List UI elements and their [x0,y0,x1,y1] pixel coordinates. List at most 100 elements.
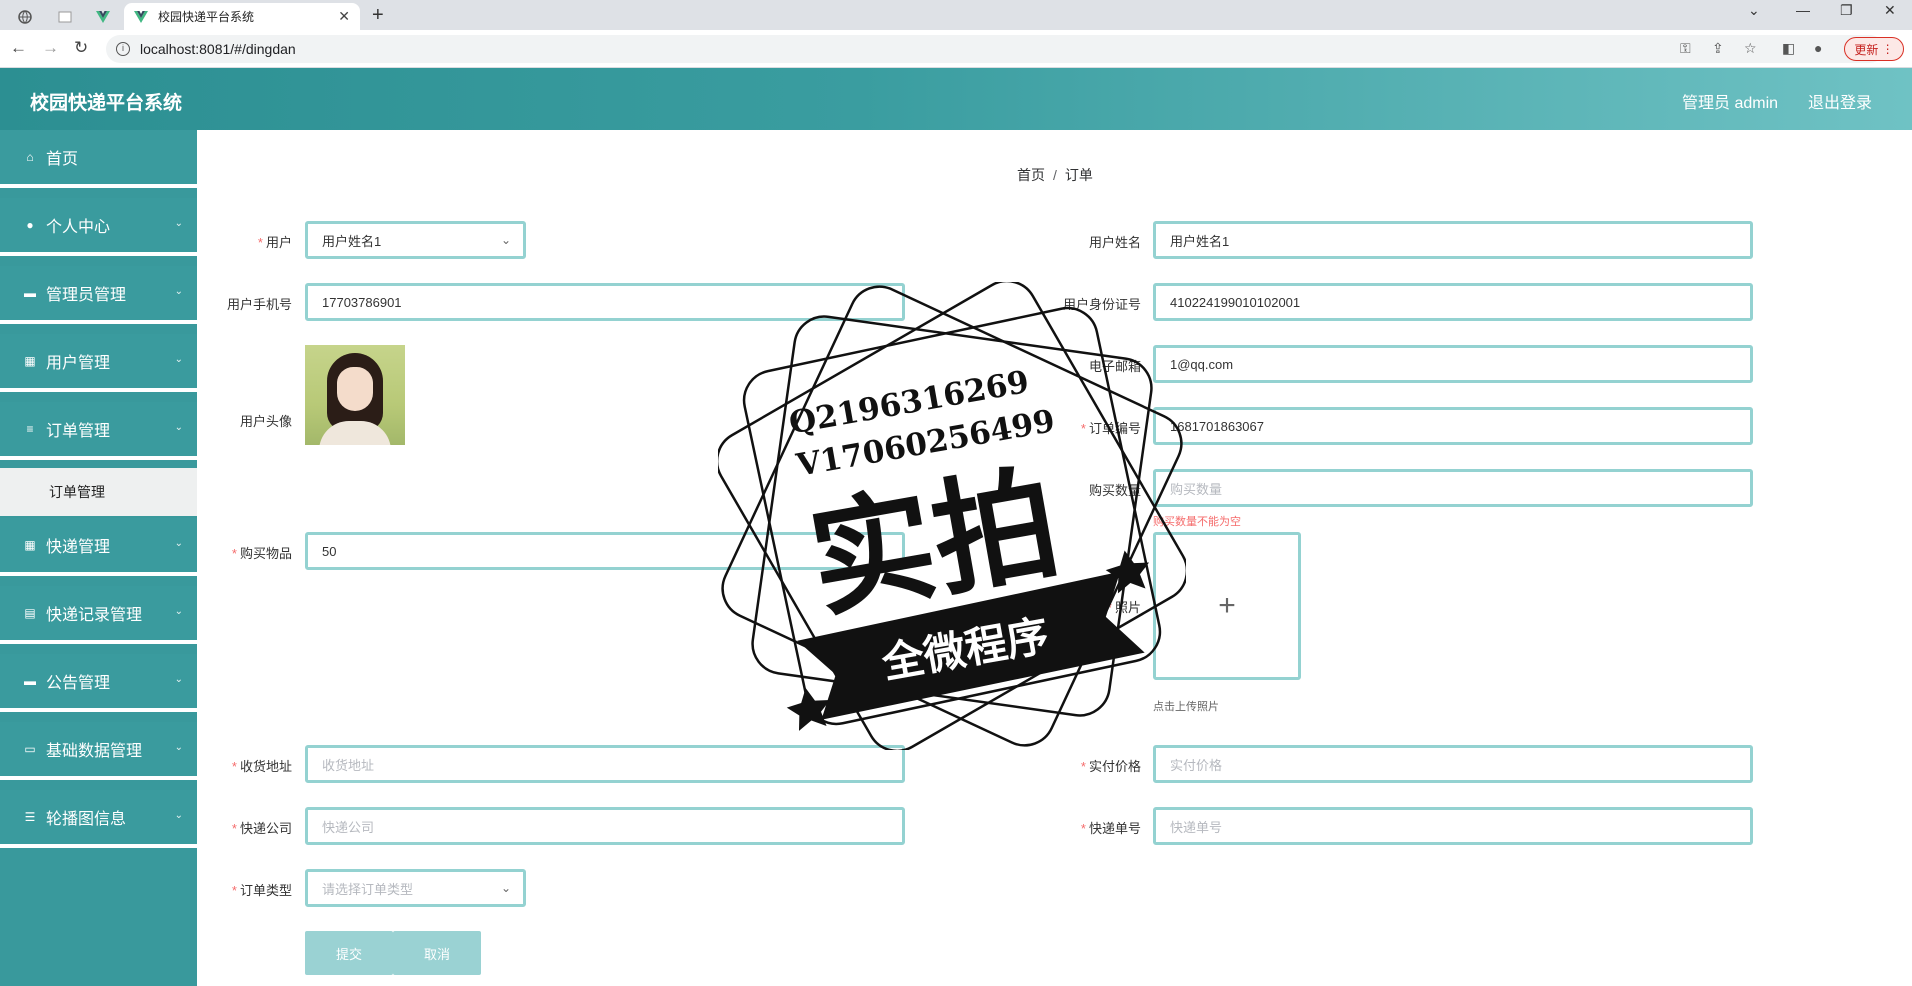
order-type-label: * 订单类型 [231,883,292,898]
avatar-label: 用户头像 [239,414,292,429]
tab-globe[interactable] [12,3,38,30]
vue-logo-icon [134,10,148,23]
chat-icon: ▬ [24,286,36,300]
browser-address-bar: ← → ↻ i localhost:8081/#/dingdan ⚿ ⇪ ☆ ◧… [0,30,1912,68]
clipboard-icon: ▤ [24,606,36,620]
item-label: * 购买物品 [231,546,292,561]
close-window-icon[interactable]: ✕ [1884,2,1896,19]
admin-label: 管理员 admin [1682,95,1779,112]
page-icon [58,11,72,22]
url-text[interactable]: localhost:8081/#/dingdan [140,41,296,57]
courier-label: * 快递公司 [231,821,292,836]
minimize-icon[interactable]: — [1796,2,1810,18]
sidebar-item-label: 个人中心 [46,219,111,236]
price-field[interactable]: 实付价格 [1153,745,1753,783]
sidebar-item-label: 快递记录管理 [46,607,143,624]
order-type-placeholder: 请选择订单类型 [322,881,414,897]
sidebar: ⌂ 首页 ● 个人中心 ⌄ ▬ 管理员管理 ⌄ ▦ 用户管理 ⌄ ≡ 订单管理 ⌄ 订单管理 ▦ 快… [0,130,197,986]
restore-icon[interactable]: ❐ [1840,2,1853,19]
chevron-down-icon: ⌄ [174,742,183,753]
sidebar-item-label: 基础数据管理 [46,743,143,760]
chevron-up-icon: ⌄ [174,422,183,433]
address-field[interactable]: 收货地址 [305,745,905,783]
tab-vue[interactable] [90,3,116,30]
chevron-down-icon: ⌄ [174,674,183,685]
star-icon[interactable]: ☆ [1744,40,1757,57]
email-field[interactable]: 1@qq.com [1153,345,1753,383]
forward-icon[interactable]: → [42,38,59,58]
new-tab-icon[interactable]: + [372,3,384,27]
grid-icon: ▦ [24,354,36,368]
sidebar-item-label: 用户管理 [46,355,111,372]
sidebar-item-label: 公告管理 [46,675,111,692]
sidebar-item-personal[interactable]: ● 个人中心 ⌄ [0,198,197,256]
back-icon[interactable]: ← [10,38,27,58]
sidebar-item-express[interactable]: ▦ 快递管理 ⌄ [0,518,197,576]
browser-tab-bar: 校园快递平台系统 ✕ + ⌄ — ❐ ✕ [0,0,1912,30]
phone-label: 用户手机号 [226,297,292,312]
sidebar-item-express-records[interactable]: ▤ 快递记录管理 ⌄ [0,586,197,644]
close-tab-icon[interactable]: ✕ [338,8,350,25]
submit-button[interactable]: 提交 [305,931,393,975]
chevron-down-icon: ⌄ [174,606,183,617]
sidebar-item-base-data[interactable]: ▭ 基础数据管理 ⌄ [0,722,197,780]
sidebar-item-label: 订单管理 [46,423,111,440]
sidebar-item-admins[interactable]: ▬ 管理员管理 ⌄ [0,266,197,324]
sidebar-item-carousel[interactable]: ☰ 轮播图信息 ⌄ [0,790,197,848]
sidebar-item-label: 快递管理 [46,539,111,556]
user-label: * 用户 [257,235,292,250]
tab-search-icon[interactable]: ⌄ [1748,2,1760,19]
watermark-stamp: Q2196316269 V17060256499 实拍 全微程序 [718,282,1186,750]
logout-link[interactable]: 退出登录 [1808,89,1872,113]
sidebar-item-orders[interactable]: ≡ 订单管理 ⌄ [0,402,197,460]
monitor-icon: ▭ [24,742,36,756]
app-header: 校园快递平台系统 管理员 admin 退出登录 [0,68,1912,130]
user-select[interactable]: 用户姓名1 ⌄ [305,221,526,259]
tab-active[interactable]: 校园快递平台系统 ✕ [124,3,360,30]
chevron-down-icon: ⌄ [500,233,511,247]
omnibox[interactable]: i localhost:8081/#/dingdan [106,35,1884,63]
sidebar-item-notices[interactable]: ▬ 公告管理 ⌄ [0,654,197,712]
breadcrumb-current: 订单 [1064,167,1093,183]
home-icon: ⌂ [26,150,34,164]
tab-title: 校园快递平台系统 [158,10,255,24]
sliders-icon: ☰ [24,810,36,824]
app-title: 校园快递平台系统 [30,93,183,114]
grid-icon: ▦ [24,538,36,552]
update-button[interactable]: 更新 ⋮ [1844,37,1904,61]
chevron-down-icon: ⌄ [174,354,183,365]
address-label: * 收货地址 [231,759,292,774]
tab-blank[interactable] [52,3,78,30]
sidebar-item-users[interactable]: ▦ 用户管理 ⌄ [0,334,197,392]
breadcrumb-separator: / [1053,167,1057,183]
key-icon[interactable]: ⚿ [1680,40,1691,57]
sidebar-item-label: 轮播图信息 [46,811,127,828]
user-avatar-image[interactable] [305,345,405,445]
chevron-down-icon: ⌄ [174,218,183,229]
sidebar-item-home[interactable]: ⌂ 首页 [0,130,197,188]
profile-icon[interactable]: ● [1814,40,1822,56]
price-label: * 实付价格 [1080,759,1141,774]
chevron-down-icon: ⌄ [174,810,183,821]
id-card-field[interactable]: 410224199010102001 [1153,283,1753,321]
cancel-button[interactable]: 取消 [393,931,481,975]
order-type-select[interactable]: 请选择订单类型 ⌄ [305,869,526,907]
tracking-label: * 快递单号 [1080,821,1141,836]
stack-icon: ≡ [26,422,34,436]
reload-icon[interactable]: ↻ [74,38,88,58]
quantity-field[interactable]: 购买数量 [1153,469,1753,507]
sidebar-item-label: 首页 [46,151,79,168]
sidebar-item-label: 管理员管理 [46,287,127,304]
courier-field[interactable]: 快递公司 [305,807,905,845]
order-no-field[interactable]: 1681701863067 [1153,407,1753,445]
sidebar-subitem-orders[interactable]: 订单管理 [0,468,197,516]
user-name-label: 用户姓名 [1088,235,1141,250]
chevron-down-icon: ⌄ [174,538,183,549]
share-icon[interactable]: ⇪ [1712,40,1724,57]
breadcrumb-home[interactable]: 首页 [1017,167,1045,183]
sidepanel-icon[interactable]: ◧ [1782,40,1795,57]
user-name-field[interactable]: 用户姓名1 [1153,221,1753,259]
info-icon[interactable]: i [116,42,130,56]
box-icon: ▬ [24,674,36,688]
tracking-field[interactable]: 快递单号 [1153,807,1753,845]
